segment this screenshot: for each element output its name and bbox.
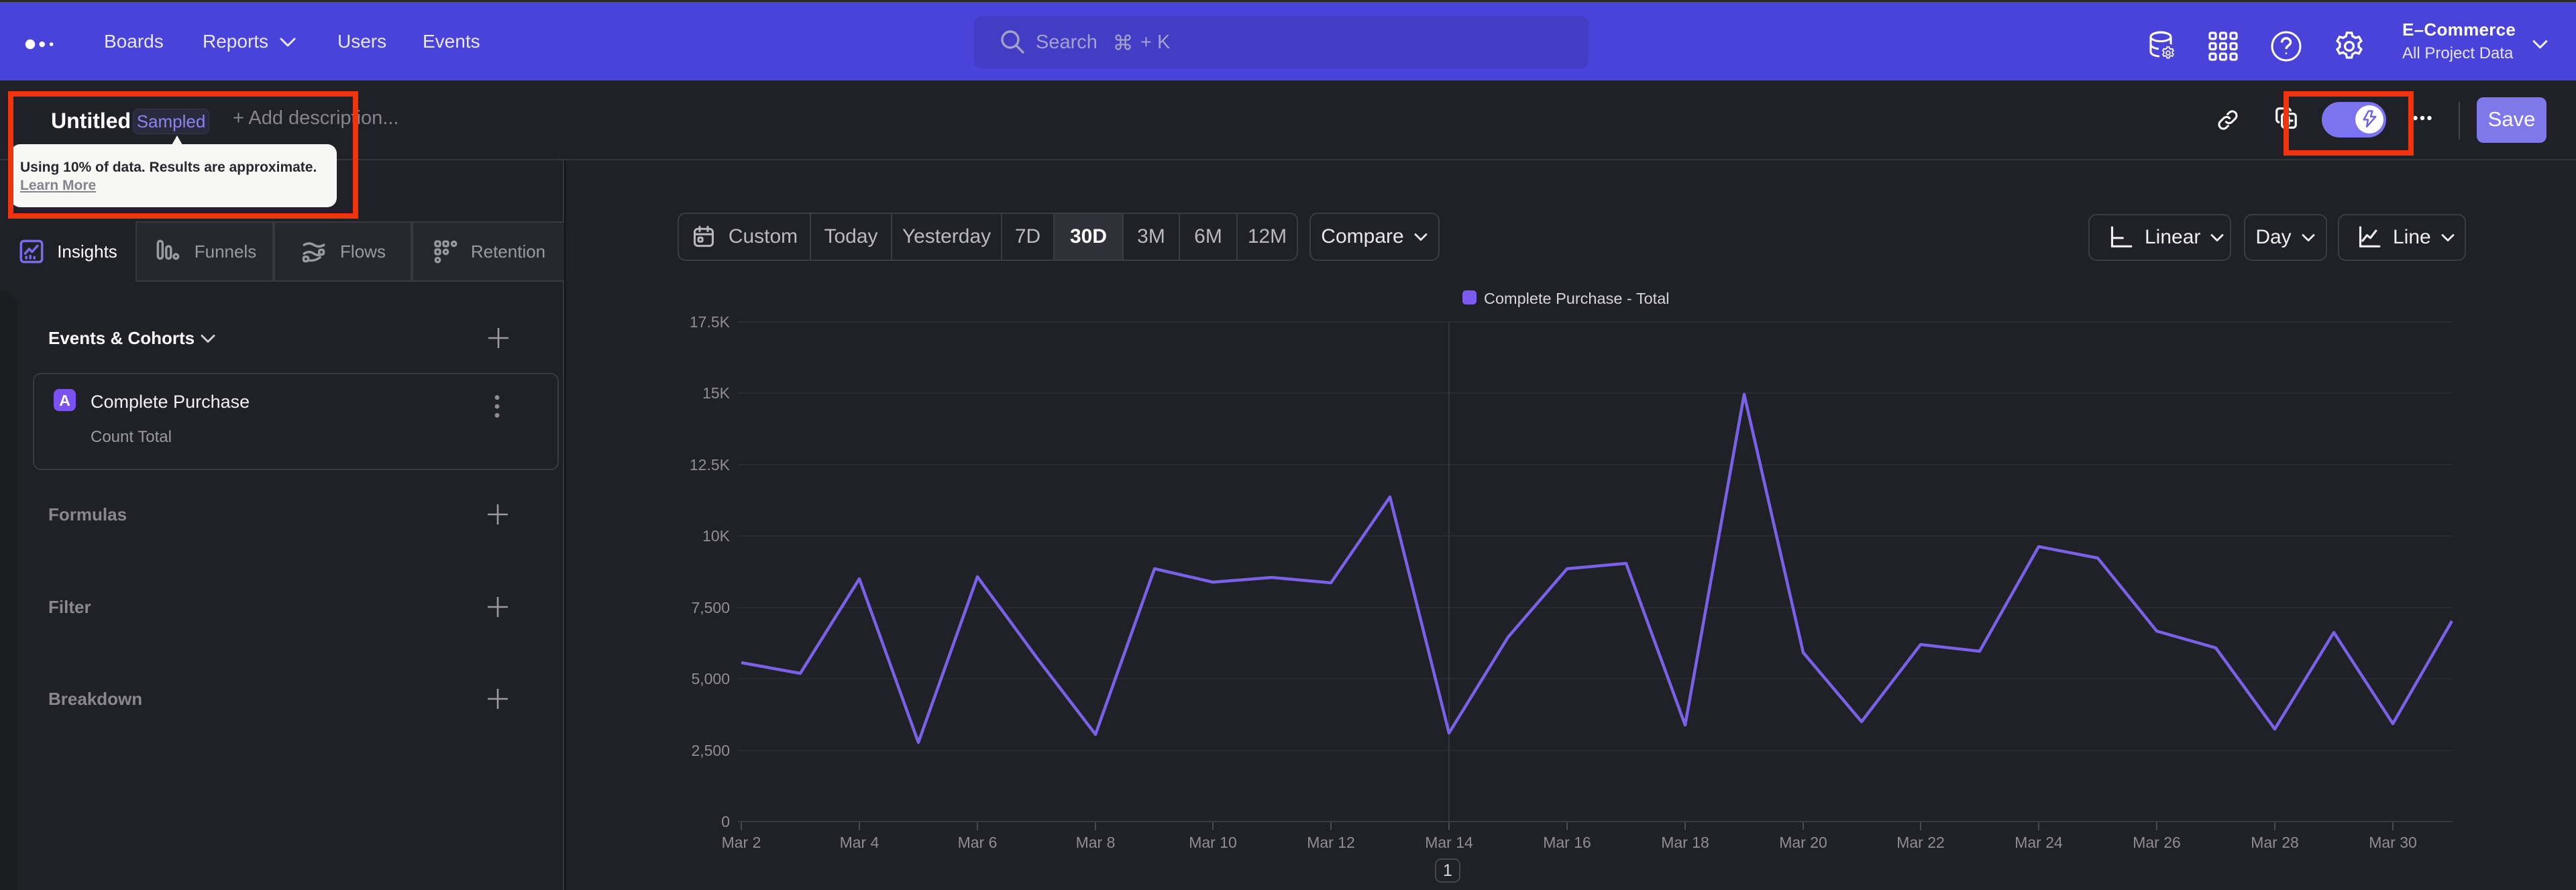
svg-text:Mar 8: Mar 8 [1076, 834, 1116, 851]
svg-text:2,500: 2,500 [691, 742, 730, 759]
svg-text:17.5K: 17.5K [690, 313, 731, 331]
svg-text:Mar 24: Mar 24 [2015, 834, 2063, 851]
svg-text:5,000: 5,000 [691, 670, 730, 687]
svg-text:7,500: 7,500 [691, 599, 730, 616]
svg-text:Mar 6: Mar 6 [958, 834, 998, 851]
svg-text:Mar 18: Mar 18 [1661, 834, 1709, 851]
svg-text:10K: 10K [702, 527, 731, 545]
svg-text:Mar 30: Mar 30 [2369, 834, 2417, 851]
svg-text:Mar 14: Mar 14 [1425, 834, 1473, 851]
svg-text:Mar 16: Mar 16 [1543, 834, 1591, 851]
svg-text:15K: 15K [702, 384, 731, 402]
svg-text:Mar 22: Mar 22 [1896, 834, 1945, 851]
svg-text:Mar 28: Mar 28 [2251, 834, 2299, 851]
svg-text:Mar 2: Mar 2 [722, 834, 761, 851]
svg-text:12.5K: 12.5K [690, 456, 731, 474]
svg-text:0: 0 [721, 813, 730, 830]
svg-text:Mar 12: Mar 12 [1307, 834, 1355, 851]
svg-text:Mar 26: Mar 26 [2133, 834, 2181, 851]
svg-text:Mar 4: Mar 4 [840, 834, 879, 851]
svg-text:Mar 20: Mar 20 [1779, 834, 1827, 851]
svg-text:Mar 10: Mar 10 [1189, 834, 1237, 851]
